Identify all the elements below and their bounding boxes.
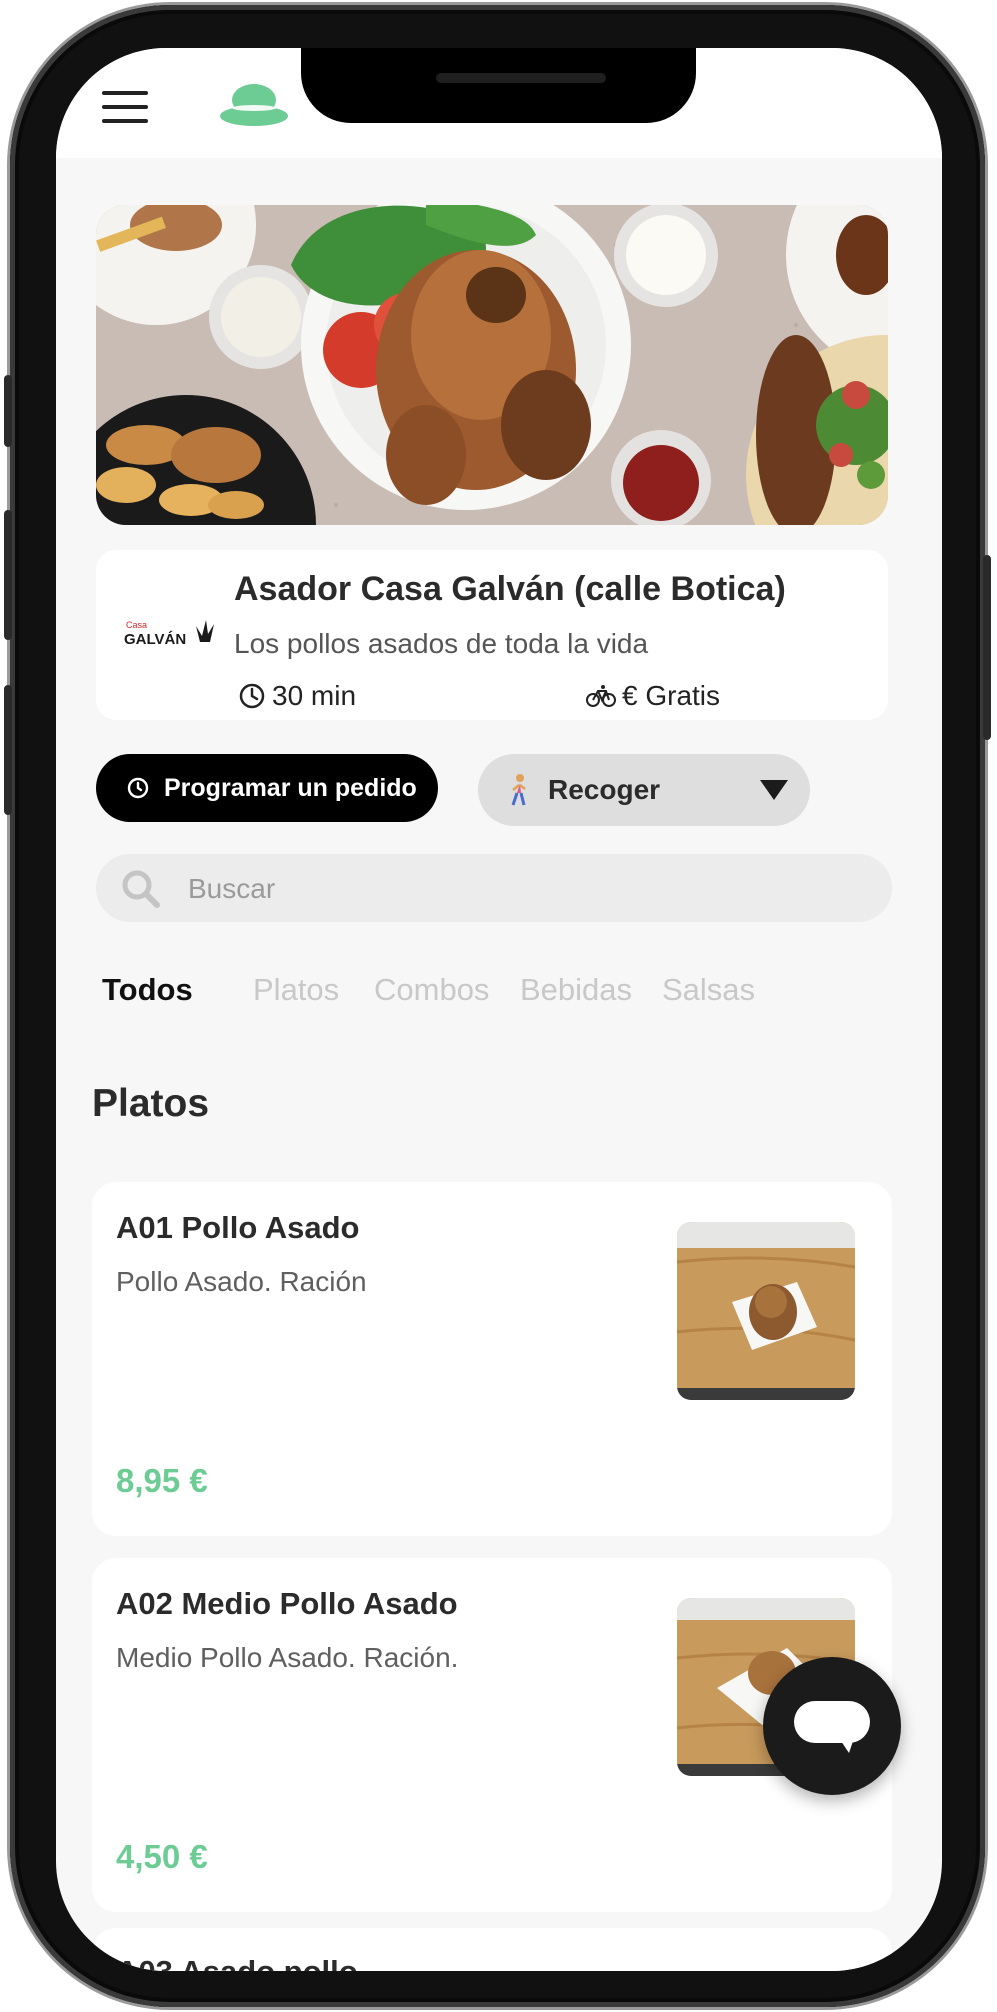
- menu-icon[interactable]: [102, 91, 148, 123]
- delivery-fee-value: € Gratis: [622, 680, 721, 711]
- tab-platos[interactable]: Platos: [253, 972, 339, 1008]
- power-button: [983, 555, 991, 740]
- pickup-mode-dropdown[interactable]: Recoger: [478, 754, 810, 826]
- schedule-order-button[interactable]: Programar un pedido: [96, 754, 438, 822]
- logo-text: GALVÁN: [124, 631, 186, 648]
- restaurant-info-card[interactable]: Casa GALVÁN Asador Casa Galván (calle Bo…: [96, 550, 888, 720]
- chevron-down-icon: [760, 780, 788, 800]
- clock-icon: [239, 683, 265, 709]
- dish-description: Pollo Asado. Ración: [116, 1266, 367, 1297]
- hero-food-illustration: [96, 205, 888, 525]
- mute-switch: [4, 375, 12, 447]
- schedule-order-label: Programar un pedido: [164, 773, 417, 802]
- tab-combos[interactable]: Combos: [374, 972, 489, 1008]
- volume-down-button: [4, 685, 12, 815]
- search-input[interactable]: [186, 864, 850, 914]
- dish-card[interactable]: A03 Asado pollo: [92, 1928, 892, 1971]
- volume-up-button: [4, 510, 12, 640]
- logo-hat-icon[interactable]: [218, 82, 290, 128]
- bike-icon: [586, 685, 616, 707]
- notch: [301, 48, 696, 123]
- delivery-time: 30 min: [238, 680, 356, 712]
- restaurant-hero-image: [96, 205, 888, 525]
- logo-small-text: Casa: [126, 620, 147, 630]
- pickup-mode-label: Recoger: [548, 774, 661, 805]
- clock-icon: [127, 777, 149, 799]
- delivery-time-value: 30 min: [272, 680, 357, 711]
- restaurant-description: Los pollos asados de toda la vida: [234, 628, 649, 659]
- section-title: Platos: [92, 1082, 210, 1125]
- phone-screen: Casa GALVÁN Asador Casa Galván (calle Bo…: [56, 48, 942, 1971]
- restaurant-logo: Casa GALVÁN: [122, 612, 222, 658]
- chat-tail: [841, 1741, 853, 1753]
- dish-description: Medio Pollo Asado. Ración.: [116, 1642, 459, 1673]
- tab-salsas[interactable]: Salsas: [662, 972, 755, 1008]
- dish-name: A02 Medio Pollo Asado: [116, 1586, 458, 1621]
- walking-person-icon: [511, 774, 526, 806]
- dish-name: A01 Pollo Asado: [116, 1210, 360, 1245]
- chat-button[interactable]: [763, 1657, 901, 1795]
- dish-price: 8,95 €: [116, 1462, 208, 1499]
- speaker: [436, 73, 606, 83]
- tab-bebidas[interactable]: Bebidas: [520, 972, 632, 1008]
- delivery-fee: € Gratis: [586, 680, 720, 712]
- dish-price: 4,50 €: [116, 1838, 208, 1875]
- search-bar[interactable]: [96, 854, 892, 922]
- tab-todos[interactable]: Todos: [102, 972, 193, 1008]
- dish-image: [677, 1222, 855, 1400]
- dish-name: A03 Asado pollo: [116, 1954, 358, 1971]
- restaurant-name: Asador Casa Galván (calle Botica): [234, 570, 786, 608]
- dish-card[interactable]: A01 Pollo Asado Pollo Asado. Ración 8,95…: [92, 1182, 892, 1536]
- search-icon: [122, 870, 160, 908]
